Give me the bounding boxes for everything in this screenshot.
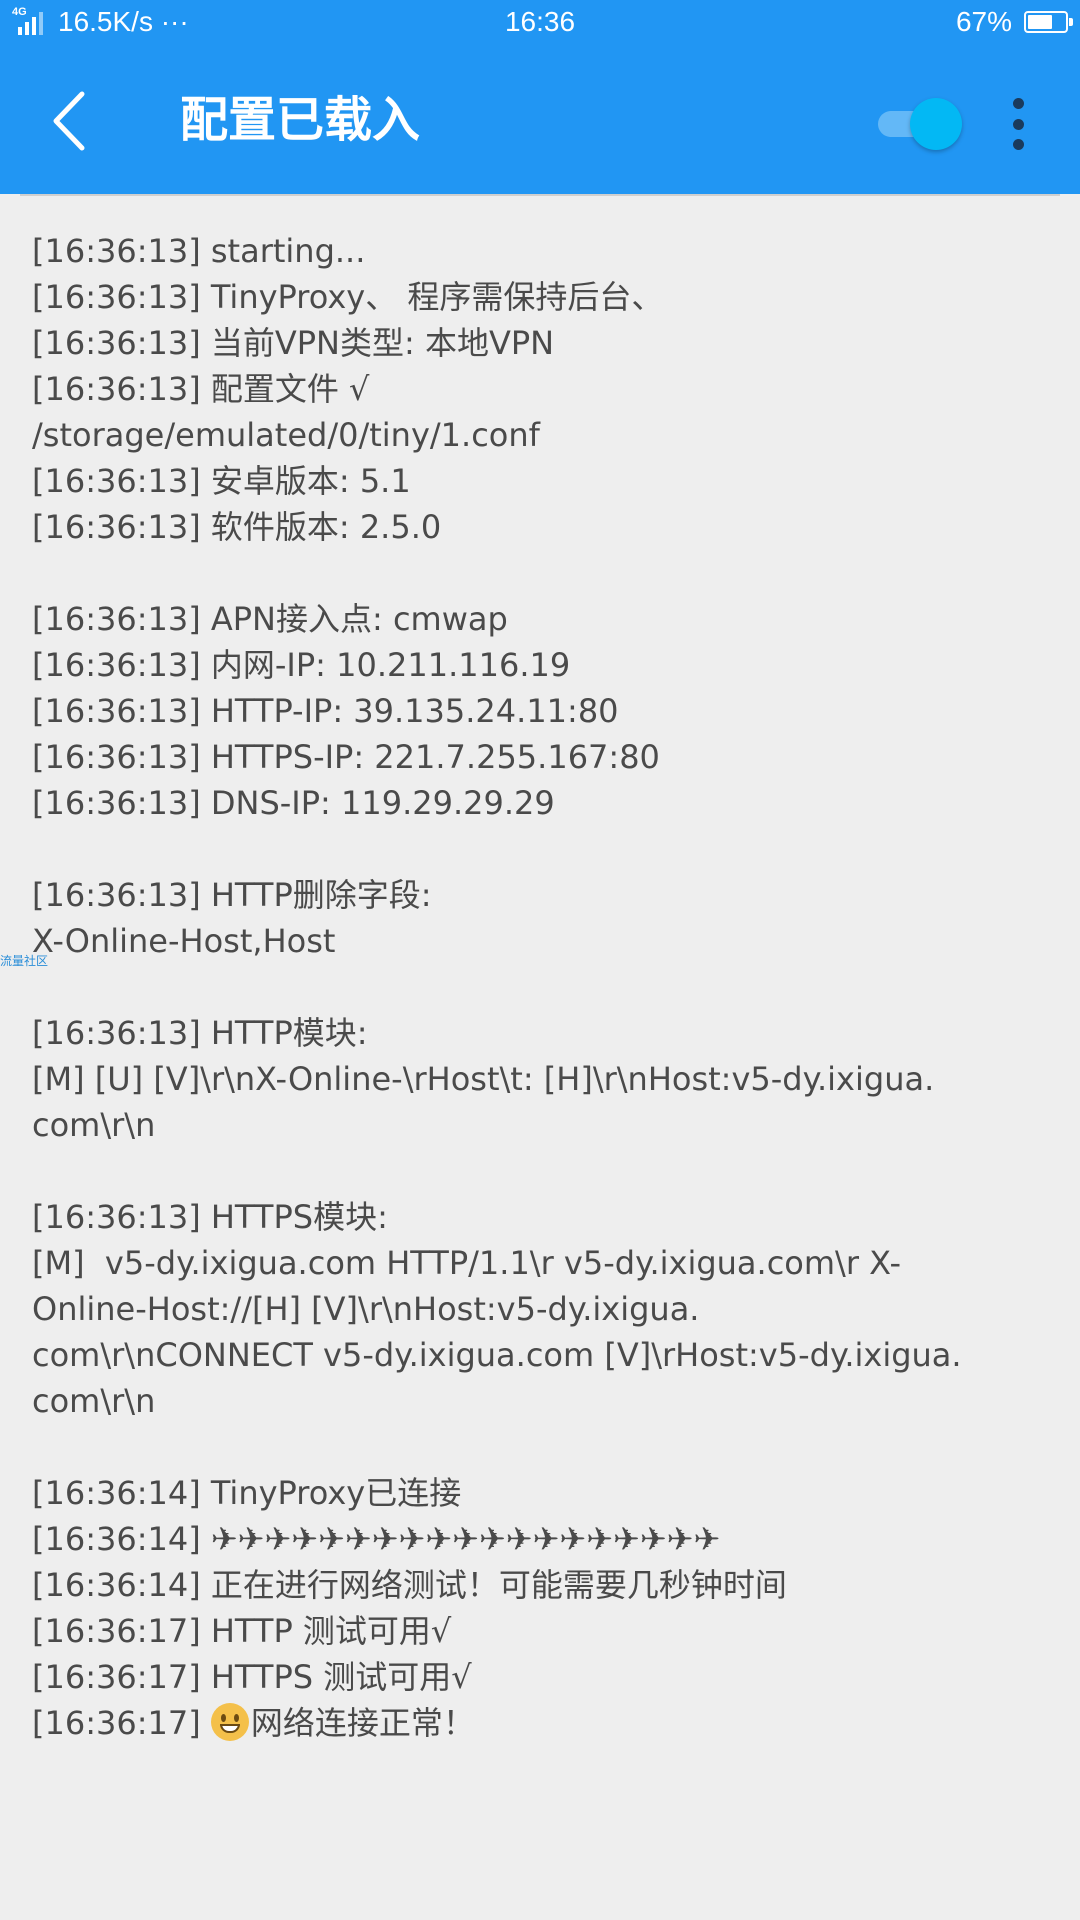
log-line: [16:36:14] ✈✈✈✈✈✈✈✈✈✈✈✈✈✈✈✈✈✈✈	[32, 1520, 721, 1558]
smiley-emoji-icon	[210, 1703, 249, 1741]
log-blank-line	[32, 826, 1052, 872]
status-right: 67%	[955, 6, 1073, 38]
log-line: [16:36:13] 内网-IP: 10.211.116.19	[32, 646, 571, 684]
log-blank-line	[32, 1424, 1052, 1470]
log-line-text: 网络连接正常！	[250, 1704, 475, 1742]
battery-icon	[1024, 11, 1073, 33]
log-line: [16:36:13] HTTP删除字段:	[32, 876, 432, 914]
status-time: 16:36	[504, 6, 576, 37]
log-line: com\r\n	[32, 1106, 156, 1144]
log-line: [16:36:17] HTTP 测试可用√	[32, 1612, 452, 1650]
more-vert-icon-dot	[1012, 118, 1024, 130]
log-line: [M] [U] [V]\r\nX-Online-\rHost\t: [H]\r\…	[32, 1060, 935, 1098]
log-line: [16:36:13] starting...	[32, 232, 366, 270]
log-line-prefix: [16:36:17]	[32, 1704, 211, 1742]
log-line: [16:36:14] TinyProxy已连接	[32, 1474, 462, 1512]
log-blank-line	[32, 1148, 1052, 1194]
divider	[20, 194, 1060, 196]
log-output: [16:36:13] starting... [16:36:13] TinyPro…	[32, 228, 1052, 1746]
log-blank-line	[32, 964, 1052, 1010]
log-line: [16:36:13] HTTP-IP: 39.135.24.11:80	[32, 692, 619, 730]
log-line: [16:36:13] HTTPS模块:	[32, 1198, 388, 1236]
log-line: [16:36:17] HTTPS 测试可用√	[32, 1658, 472, 1696]
log-line: com\r\nCONNECT v5-dy.ixigua.com [V]\rHos…	[32, 1336, 962, 1374]
log-line: [16:36:14] 正在进行网络测试！可能需要几秒钟时间	[32, 1566, 787, 1604]
log-blank-line	[32, 550, 1052, 596]
vpn-toggle[interactable]	[878, 98, 962, 150]
log-line: [16:36:13] HTTPS-IP: 221.7.255.167:80	[32, 738, 660, 776]
log-line: [16:36:13] 配置文件 √	[32, 370, 370, 408]
log-line: [16:36:13] APN接入点: cmwap	[32, 600, 508, 638]
more-vert-icon-dot	[1012, 98, 1024, 109]
log-line: /storage/emulated/0/tiny/1.conf	[32, 416, 540, 454]
log-line: com\r\n	[32, 1382, 156, 1420]
log-line-final: [16:36:17] 网络连接正常！	[32, 1700, 1052, 1746]
log-line: [16:36:13] 当前VPN类型: 本地VPN	[32, 324, 555, 362]
more-options-button[interactable]	[998, 94, 1038, 154]
more-vert-icon-dot	[1012, 139, 1024, 150]
app-bar: 配置已载入	[0, 46, 1080, 194]
log-line: [16:36:13] DNS-IP: 119.29.29.29	[32, 784, 555, 822]
log-line: Online-Host://[H] [V]\r\nHost:v5-dy.ixig…	[32, 1290, 700, 1328]
toggle-knob	[910, 98, 962, 150]
back-arrow-icon	[53, 91, 85, 151]
back-button[interactable]	[38, 86, 108, 156]
status-bar: 4G 16.5K/s ··· 16:36 67%	[0, 0, 1080, 46]
log-line: [M] v5-dy.ixigua.com HTTP/1.1\r v5-dy.ix…	[32, 1244, 902, 1282]
log-line: [16:36:13] 软件版本: 2.5.0	[32, 508, 442, 546]
log-line: X-Online-Host,Host	[32, 922, 336, 960]
battery-percent: 67%	[955, 6, 1012, 37]
log-line: [16:36:13] HTTP模块:	[32, 1014, 368, 1052]
watermark: 流量社区	[0, 954, 49, 968]
log-line: [16:36:13] TinyProxy、 程序需保持后台、	[32, 278, 664, 316]
page-title: 配置已载入	[180, 92, 421, 148]
log-line: [16:36:13] 安卓版本: 5.1	[32, 462, 411, 500]
